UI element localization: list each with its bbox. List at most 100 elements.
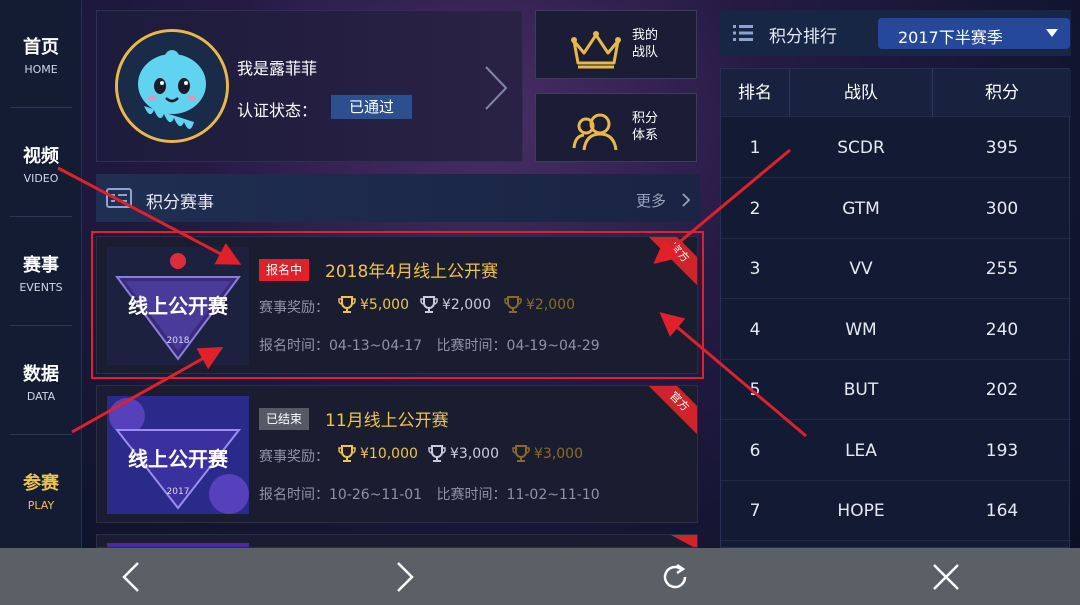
nav-label: 数据 <box>23 363 59 385</box>
gold-trophy-icon <box>338 296 356 313</box>
match-time: 比赛时间：04-19~04-29 <box>436 338 600 354</box>
event-poster-image: 线上公开赛 2018 <box>107 247 249 365</box>
ranking-title: 积分排行 <box>769 27 837 47</box>
prize-second: ¥3,000 <box>427 444 499 464</box>
column-header: 战队 <box>789 69 933 117</box>
close-icon[interactable] <box>930 561 962 593</box>
browser-toolbar <box>0 548 1080 605</box>
prize-third: ¥2,000 <box>503 295 575 315</box>
team-cell: GTM <box>842 199 880 219</box>
my-team-tile[interactable]: 我的 战队 <box>535 10 697 79</box>
profile-name: 我是露菲菲 <box>237 59 318 78</box>
prize-amount: ¥2,000 <box>442 297 491 313</box>
bronze-trophy-icon <box>504 296 522 313</box>
nav-item-events[interactable]: 赛事 EVENTS <box>0 218 82 326</box>
divider <box>10 107 72 108</box>
points-cell: 193 <box>985 441 1019 461</box>
tile-label: 积分 体系 <box>632 110 658 144</box>
rank-cell: 7 <box>749 501 761 521</box>
section-title: 积分赛事 <box>146 193 214 213</box>
list-icon <box>733 25 753 41</box>
table-row[interactable]: 1 SCDR 395 <box>721 118 1071 178</box>
forward-icon[interactable] <box>388 561 420 593</box>
chevron-right-icon <box>682 193 691 207</box>
points-cell: 255 <box>985 259 1019 279</box>
poster-title: 线上公开赛 <box>128 447 229 471</box>
rank-cell: 6 <box>749 441 761 461</box>
points-cell: 395 <box>985 138 1019 158</box>
users-icon <box>572 113 618 151</box>
nav-label: 视频 <box>23 145 59 167</box>
tile-label-line: 我的 <box>632 28 659 43</box>
event-card[interactable] <box>96 534 698 548</box>
event-card[interactable]: 线上公开赛 2017 已结束 11月线上公开赛 赛事奖励： ¥10,000 ¥3… <box>96 385 698 523</box>
prize-amount: ¥3,000 <box>450 446 499 462</box>
nav-item-data[interactable]: 数据 DATA <box>0 327 82 435</box>
nav-item-video[interactable]: 视频 VIDEO <box>0 109 82 217</box>
nav-sublabel: HOME <box>24 62 58 76</box>
table-row[interactable]: 4 WM 240 <box>721 300 1071 360</box>
points-system-tile[interactable]: 积分 体系 <box>535 93 697 162</box>
season-dropdown[interactable]: 2017下半赛季 <box>878 18 1070 49</box>
table-row[interactable]: 2 GTM 300 <box>721 179 1071 239</box>
season-value: 2017下半赛季 <box>898 28 1003 47</box>
tile-label-line: 体系 <box>632 128 659 143</box>
prize-first: ¥10,000 <box>337 444 418 464</box>
event-card[interactable]: 线上公开赛 2018 报名中 2018年4月线上公开赛 赛事奖励： ¥5,000… <box>96 236 698 374</box>
team-cell: WM <box>845 320 877 340</box>
ranking-table: 排名 战队 积分 1 SCDR 395 2 GTM 300 3 VV 255 4… <box>720 68 1071 548</box>
match-time: 比赛时间：11-02~11-10 <box>436 487 600 503</box>
caret-down-icon <box>1046 29 1058 37</box>
prize-label: 赛事奖励： <box>259 300 329 316</box>
divider <box>10 434 72 435</box>
back-icon[interactable] <box>116 561 148 593</box>
rank-cell: 3 <box>749 259 761 279</box>
team-cell: VV <box>849 259 873 279</box>
nav-label: 赛事 <box>23 254 59 276</box>
table-row[interactable]: 7 HOPE 164 <box>721 481 1071 541</box>
poster-year: 2018 <box>167 336 190 346</box>
more-link[interactable]: 更多 <box>636 190 691 211</box>
nav-label: 参赛 <box>23 472 59 494</box>
prize-amount: ¥3,000 <box>534 446 583 462</box>
team-cell: SCDR <box>837 138 885 158</box>
prize-label: 赛事奖励： <box>259 449 329 465</box>
table-row[interactable]: 3 VV 255 <box>721 239 1071 299</box>
table-row[interactable]: 5 BUT 202 <box>721 360 1071 420</box>
event-thumbnail: 线上公开赛 2018 <box>107 247 249 365</box>
event-times: 报名时间：10-26~11-01 比赛时间：11-02~11-10 <box>259 484 610 504</box>
profile-card[interactable]: 我是露菲菲 认证状态： 已通过 <box>96 10 523 162</box>
chevron-right-icon[interactable] <box>482 63 510 113</box>
refresh-icon[interactable] <box>659 561 691 593</box>
table-row[interactable]: 6 LEA 193 <box>721 421 1071 481</box>
avatar <box>115 29 229 143</box>
event-times: 报名时间：04-13~04-17 比赛时间：04-19~04-29 <box>259 335 610 355</box>
prize-first: ¥5,000 <box>337 295 409 315</box>
team-cell: BUT <box>843 380 879 400</box>
signup-time: 报名时间：10-26~11-01 <box>259 487 423 503</box>
nav-sublabel: DATA <box>26 389 56 403</box>
left-nav: 首页 HOME 视频 VIDEO 赛事 EVENTS 数据 DATA 参赛 PL… <box>0 0 82 548</box>
prize-amount: ¥2,000 <box>526 297 575 313</box>
silver-trophy-icon <box>428 445 446 462</box>
status-badge: 已结束 <box>259 408 310 430</box>
points-cell: 164 <box>985 501 1019 521</box>
rank-cell: 4 <box>749 320 761 340</box>
bronze-trophy-icon <box>512 445 530 462</box>
nav-item-home[interactable]: 首页 HOME <box>0 0 82 108</box>
official-ribbon <box>671 535 697 547</box>
official-ribbon: 官方 <box>643 386 697 438</box>
nav-sublabel: VIDEO <box>23 171 59 185</box>
cert-status-label: 认证状态： <box>237 101 318 120</box>
rank-cell: 1 <box>749 138 761 158</box>
silver-trophy-icon <box>420 296 438 313</box>
nav-sublabel: PLAY <box>27 498 55 512</box>
poster-title: 线上公开赛 <box>128 294 229 318</box>
divider <box>10 325 72 326</box>
nav-item-play[interactable]: 参赛 PLAY <box>0 436 82 544</box>
tile-label: 我的 战队 <box>632 27 658 61</box>
prize-second: ¥2,000 <box>419 295 491 315</box>
list-card-icon <box>106 188 132 208</box>
more-label: 更多 <box>636 192 667 210</box>
column-header: 积分 <box>985 83 1019 103</box>
